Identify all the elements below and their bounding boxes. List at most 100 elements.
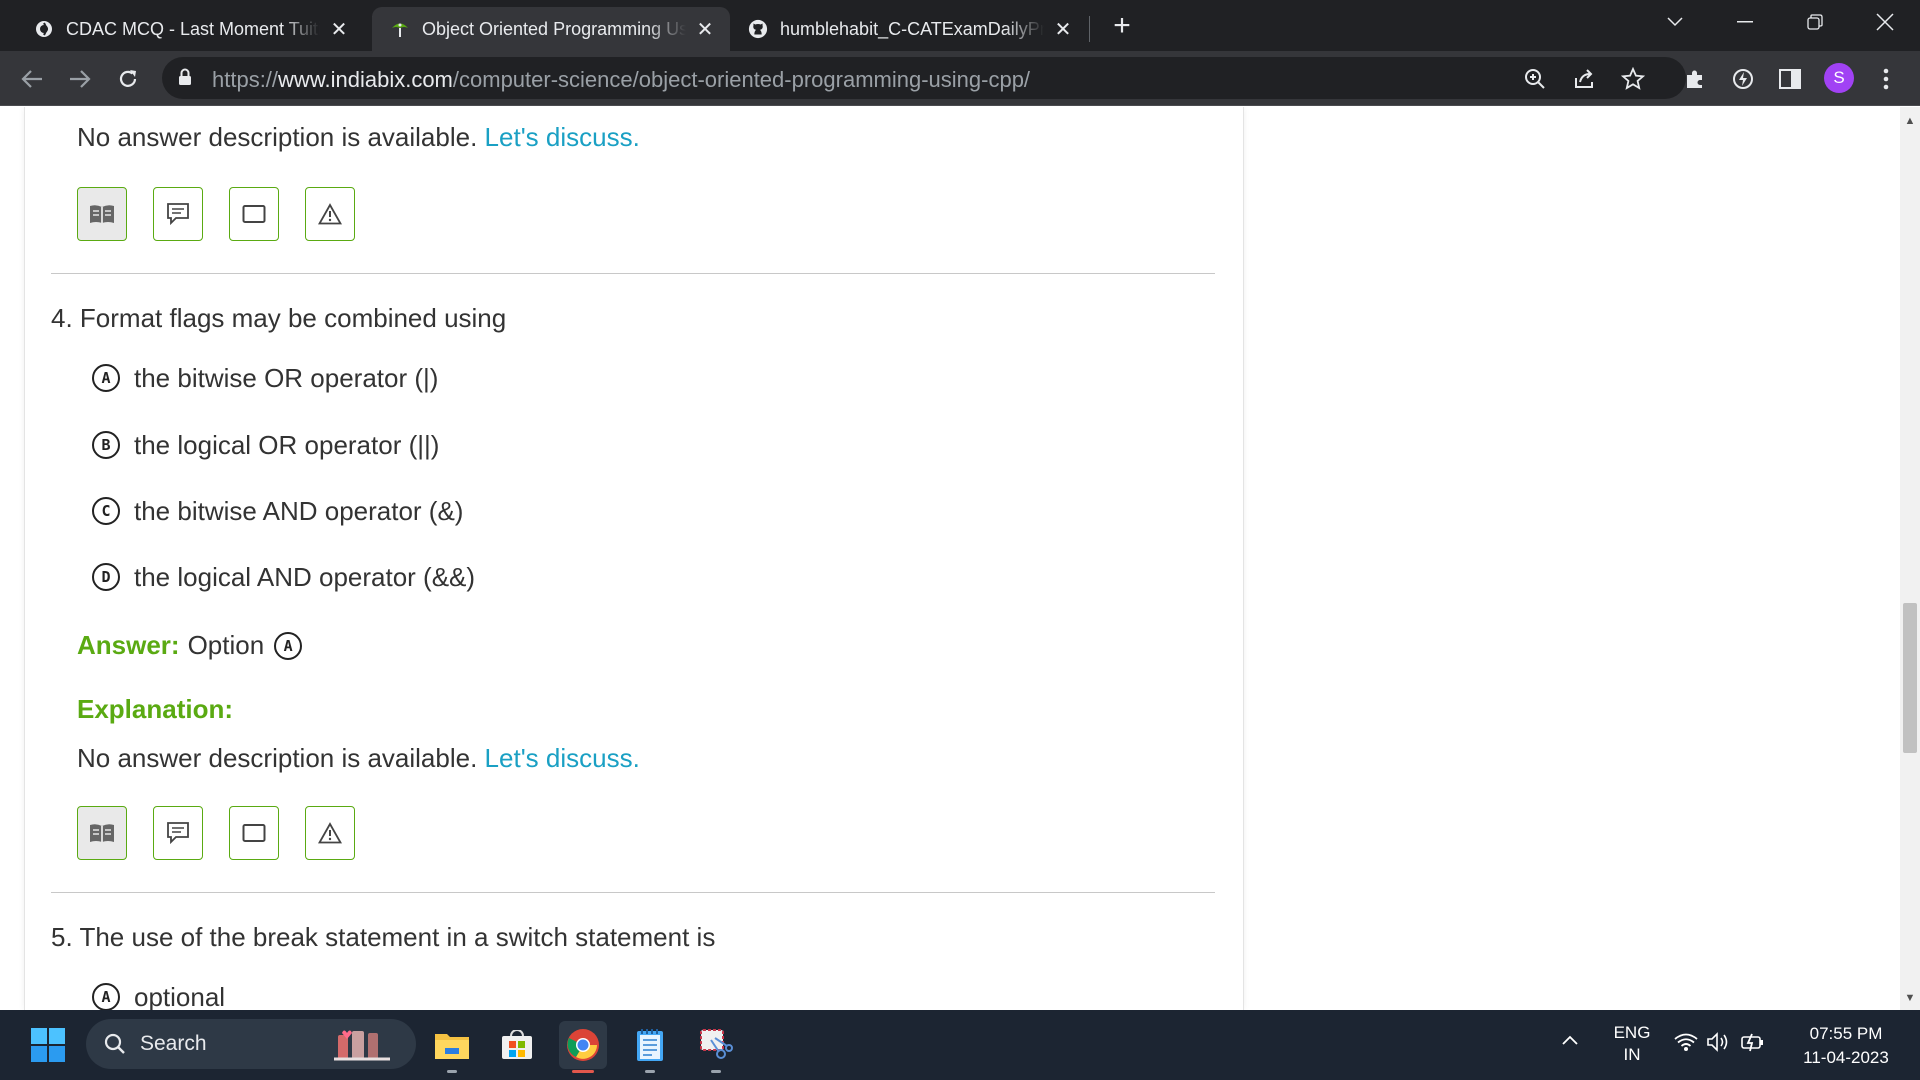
question-card — [24, 107, 1244, 1010]
option-badge-d: D — [92, 563, 120, 591]
explanation-label: Explanation: — [77, 694, 234, 724]
page-scrollbar[interactable]: ▲ ▼ — [1900, 107, 1920, 1010]
bookmark-star-icon[interactable] — [1620, 66, 1646, 92]
option-badge-a: A — [92, 364, 120, 392]
language-indicator[interactable]: ENG IN — [1612, 1022, 1652, 1066]
tab-cdac-mcq[interactable]: CDAC MCQ - Last Moment Tuitio ✕ — [16, 7, 364, 51]
option-text: the bitwise AND operator (&) — [134, 495, 464, 526]
discuss-button[interactable] — [153, 187, 203, 241]
question-4-title: 4. Format flags may be combined using — [51, 303, 507, 333]
square-icon — [242, 824, 266, 842]
q4-action-buttons — [77, 806, 381, 860]
q4-description: No answer description is available. Let'… — [77, 743, 640, 773]
option-d[interactable]: D the logical AND operator (&&) — [92, 560, 475, 594]
quick-settings[interactable] — [1674, 1032, 1766, 1052]
option-a[interactable]: A the bitwise OR operator (|) — [92, 361, 438, 395]
performance-icon[interactable] — [1729, 65, 1757, 93]
indiabix-favicon-icon — [390, 19, 410, 39]
option-c[interactable]: C the bitwise AND operator (&) — [92, 494, 463, 528]
report-button[interactable] — [305, 187, 355, 241]
question-divider — [51, 273, 1215, 274]
github-favicon-icon — [748, 19, 768, 39]
close-tab-icon[interactable]: ✕ — [1052, 18, 1074, 41]
folder-icon — [435, 1034, 469, 1059]
answer-line: Answer: Option A — [77, 630, 316, 661]
windows-logo-icon — [31, 1028, 65, 1062]
view-answer-button[interactable] — [77, 806, 127, 860]
q3-description: No answer description is available. Let'… — [77, 122, 640, 152]
extensions-icon[interactable] — [1681, 65, 1709, 93]
question-5-title: 5. The use of the break statement in a s… — [51, 922, 716, 952]
option-b[interactable]: B the logical OR operator (||) — [92, 428, 439, 462]
warning-icon — [318, 822, 342, 844]
comment-icon — [167, 822, 189, 845]
option-text: the logical OR operator (||) — [134, 429, 440, 460]
tab-object-oriented-programming[interactable]: Object Oriented Programming Us ✕ — [372, 7, 730, 51]
tab-title: humblehabit_C-CATExamDailyPra — [780, 18, 1044, 39]
option-badge-b: B — [92, 431, 120, 459]
report-button[interactable] — [305, 806, 355, 860]
answer-label: Answer: — [77, 630, 180, 660]
more-menu-icon[interactable] — [1872, 65, 1900, 93]
view-answer-button[interactable] — [77, 187, 127, 241]
browser-toolbar: https://www.indiabix.com/computer-scienc… — [0, 51, 1920, 106]
warning-icon — [318, 203, 342, 225]
taskbar-search-box[interactable]: Search — [86, 1019, 416, 1069]
taskbar-snipping-tool[interactable] — [692, 1021, 740, 1073]
tab-humblehabit-github[interactable]: humblehabit_C-CATExamDailyPra ✕ — [730, 7, 1088, 51]
tab-title: CDAC MCQ - Last Moment Tuitio — [66, 18, 320, 39]
q4-discuss-link[interactable]: Let's discuss. — [485, 743, 640, 773]
chrome-icon — [567, 1029, 599, 1061]
comment-icon — [167, 203, 189, 226]
close-window-button[interactable] — [1850, 0, 1920, 44]
option-a[interactable]: A optional — [92, 980, 225, 1010]
url-text: https://www.indiabix.com/computer-scienc… — [212, 67, 1031, 92]
share-icon[interactable] — [1572, 66, 1598, 92]
restore-button[interactable] — [1780, 0, 1850, 44]
battery-charging-icon — [1741, 1033, 1763, 1052]
taskbar-microsoft-store[interactable] — [493, 1021, 541, 1069]
notepad-icon — [637, 1029, 663, 1061]
cdac-favicon-icon — [34, 19, 54, 39]
q3-action-buttons — [77, 187, 381, 241]
workspace-button[interactable] — [229, 187, 279, 241]
page-viewport: No answer description is available. Let'… — [0, 107, 1900, 1010]
taskbar-notepad[interactable] — [626, 1021, 674, 1073]
scroll-up-arrow-icon[interactable]: ▲ — [1900, 111, 1920, 131]
option-text: optional — [134, 981, 226, 1011]
tab-search-chevron-icon[interactable] — [1640, 0, 1710, 44]
discuss-button[interactable] — [153, 806, 203, 860]
option-badge-c: C — [92, 497, 120, 525]
zoom-icon[interactable] — [1522, 66, 1548, 92]
start-button[interactable] — [24, 1021, 72, 1069]
close-tab-icon[interactable]: ✕ — [328, 18, 350, 41]
close-tab-icon[interactable]: ✕ — [694, 18, 716, 41]
taskbar-chrome[interactable] — [559, 1021, 607, 1073]
side-panel-icon[interactable] — [1776, 65, 1804, 93]
back-button[interactable] — [14, 61, 50, 97]
tab-strip: CDAC MCQ - Last Moment Tuitio ✕ Object O… — [0, 0, 1920, 51]
forward-button[interactable] — [62, 61, 98, 97]
answer-badge: A — [274, 631, 303, 660]
show-hidden-icons-chevron-icon[interactable] — [1562, 1030, 1578, 1050]
reload-button[interactable] — [110, 61, 146, 97]
minimize-button[interactable] — [1710, 0, 1780, 44]
lock-icon[interactable] — [178, 68, 192, 91]
option-badge-a: A — [92, 983, 120, 1010]
book-icon — [90, 205, 114, 223]
new-tab-button[interactable]: + — [1106, 9, 1138, 42]
q3-discuss-link[interactable]: Let's discuss. — [485, 122, 640, 152]
question-divider — [51, 892, 1215, 893]
address-bar[interactable]: https://www.indiabix.com/computer-scienc… — [162, 57, 1686, 99]
snipping-tool-icon — [700, 1029, 733, 1059]
option-text: the bitwise OR operator (|) — [134, 362, 439, 393]
wifi-icon — [1674, 1033, 1698, 1051]
tab-title: Object Oriented Programming Us — [422, 18, 686, 39]
workspace-button[interactable] — [229, 806, 279, 860]
clock[interactable]: 07:55 PM 11-04-2023 — [1790, 1022, 1902, 1070]
scrollbar-thumb[interactable] — [1903, 603, 1917, 753]
book-icon — [90, 824, 114, 842]
profile-avatar[interactable]: S — [1824, 63, 1854, 93]
taskbar-file-explorer[interactable] — [428, 1021, 476, 1073]
scroll-down-arrow-icon[interactable]: ▼ — [1900, 988, 1920, 1008]
